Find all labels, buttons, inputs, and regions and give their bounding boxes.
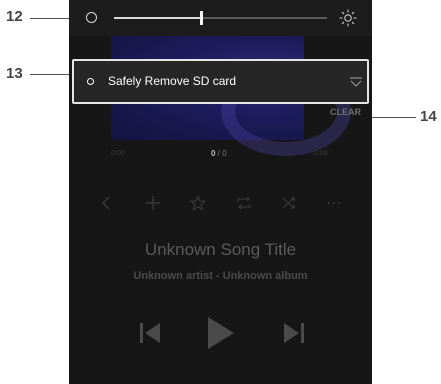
play-icon[interactable] [207, 316, 235, 350]
plus-icon[interactable] [145, 195, 161, 211]
previous-icon[interactable] [139, 321, 161, 345]
next-icon[interactable] [283, 321, 305, 345]
shuffle-icon[interactable] [281, 195, 297, 211]
callout-leader-13 [30, 74, 72, 75]
repeat-icon[interactable] [236, 195, 252, 211]
expand-icon[interactable] [349, 74, 363, 88]
track-counter: 0 / 0 [211, 149, 227, 158]
song-title: Unknown Song Title [144, 240, 297, 259]
quick-panel [69, 0, 372, 36]
brightness-high-icon [339, 9, 357, 27]
time-current: 0:00 [111, 150, 125, 157]
notification-text: Safely Remove SD card [108, 74, 237, 88]
brightness-slider[interactable] [114, 11, 327, 25]
track-count: 0 [222, 149, 227, 158]
notification-circle-icon [87, 78, 94, 85]
more-icon[interactable] [326, 195, 342, 211]
artist-album: Unknown artist - Unknown album [133, 270, 308, 282]
brightness-slider-thumb[interactable] [200, 11, 204, 25]
callout-label-14: 14 [420, 108, 437, 125]
clear-button[interactable]: CLEAR [330, 107, 361, 117]
track-index: 0 [211, 149, 216, 158]
callout-label-13: 13 [6, 65, 23, 82]
device-screen: Safely Remove SD card CLEAR 0:00 0 / 0 0… [69, 0, 372, 384]
brightness-low-icon [86, 12, 97, 23]
brightness-slider-fill [114, 17, 202, 19]
star-icon[interactable] [190, 195, 206, 211]
time-total: 0:00 [314, 150, 328, 157]
chevron-left-icon[interactable] [99, 195, 115, 211]
callout-label-12: 12 [6, 8, 23, 25]
sd-card-notification[interactable]: Safely Remove SD card [72, 59, 369, 104]
